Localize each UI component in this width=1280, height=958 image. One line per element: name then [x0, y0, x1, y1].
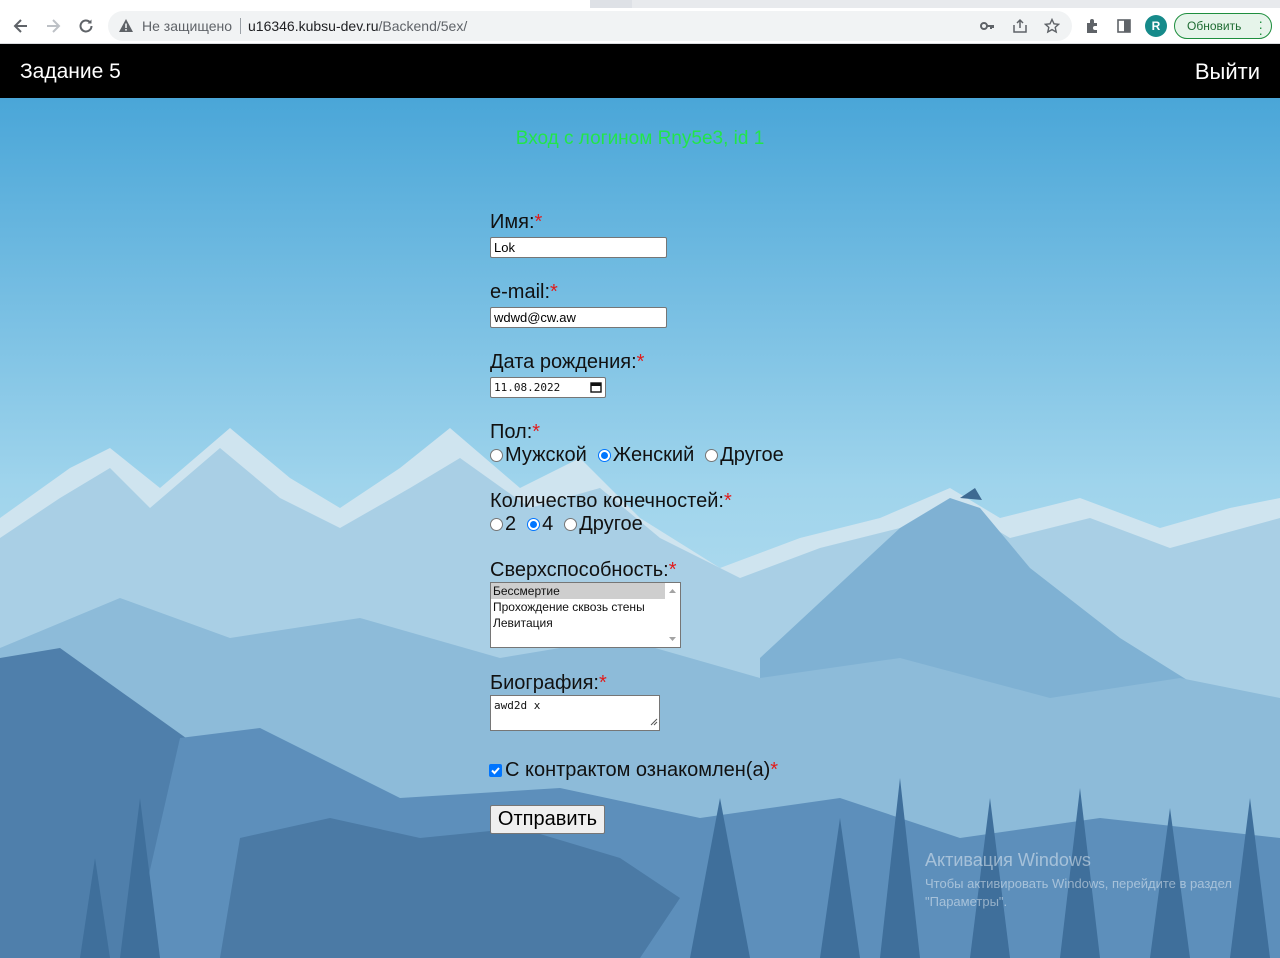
warning-icon[interactable] [118, 18, 134, 39]
abilities-listbox[interactable]: Бессмертие Прохождение сквозь стены Леви… [490, 582, 681, 648]
limbs-radio-4[interactable] [527, 518, 541, 531]
contract-checkbox[interactable] [489, 764, 502, 777]
abilities-option[interactable]: Прохождение сквозь стены [491, 599, 680, 615]
side-panel-icon[interactable] [1112, 14, 1136, 38]
submit-button[interactable]: Отправить [490, 805, 605, 834]
logout-link[interactable]: Выйти [1195, 59, 1260, 85]
extensions-icon[interactable] [1080, 14, 1104, 38]
security-status[interactable]: Не защищено [142, 18, 232, 34]
birthdate-value: 11.08.2022 [494, 381, 561, 394]
forward-icon[interactable] [41, 14, 65, 38]
share-icon[interactable] [1011, 17, 1029, 35]
site-header: Задание 5 Выйти [0, 44, 1280, 98]
browser-toolbar: Не защищено u16346.kubsu-dev.ru/Backend/… [0, 8, 1280, 44]
name-label: Имя:* [490, 211, 542, 234]
limbs-options: 2 4 Другое [485, 513, 643, 536]
abilities-label-text: Сверхспособность: [490, 559, 669, 581]
page-title: Задание 5 [20, 60, 121, 83]
update-button[interactable]: Обновить · · · [1174, 13, 1272, 41]
watermark-text: Чтобы активировать Windows, перейдите в … [925, 876, 1232, 909]
required-mark: * [532, 421, 541, 443]
windows-activation-watermark: Активация Windows Чтобы активировать Win… [925, 850, 1245, 911]
bio-label: Биография:* [490, 672, 607, 695]
limbs-label: Количество конечностей:* [490, 490, 732, 513]
menu-dots-icon: · · · [1258, 13, 1263, 41]
abilities-option[interactable]: Левитация [491, 615, 680, 631]
birthdate-label-text: Дата рождения: [490, 351, 637, 373]
name-label-text: Имя: [490, 211, 535, 233]
limbs-option-label: 4 [542, 513, 554, 535]
url-path: /Backend/5ex/ [378, 18, 468, 34]
reload-icon[interactable] [74, 14, 98, 38]
required-mark: * [550, 281, 558, 303]
required-mark: * [668, 559, 677, 581]
limbs-option-label: 2 [505, 513, 517, 535]
browser-tab[interactable] [0, 0, 590, 8]
email-label: e-mail:* [490, 281, 558, 304]
required-mark: * [598, 672, 607, 694]
calendar-icon[interactable] [590, 381, 602, 396]
gender-label: Пол:* [490, 421, 540, 444]
gender-option-label: Женский [612, 444, 695, 466]
bio-value: awd2d x [494, 699, 541, 712]
url-text[interactable]: u16346.kubsu-dev.ru/Backend/5ex/ [248, 18, 467, 34]
limbs-option-label: Другое [579, 513, 643, 535]
limbs-label-text: Количество конечностей: [490, 490, 724, 512]
abilities-label: Сверхспособность:* [490, 559, 677, 582]
gender-options: Мужской Женский Другое [485, 444, 784, 467]
contract-row: С контрактом ознакомлен(а) * [485, 759, 778, 782]
required-mark: * [534, 211, 543, 233]
address-separator [240, 18, 241, 34]
email-label-text: e-mail: [490, 281, 551, 303]
birthdate-label: Дата рождения:* [490, 351, 644, 374]
limbs-radio-other[interactable] [564, 518, 578, 531]
required-mark: * [770, 759, 779, 781]
required-mark: * [636, 351, 645, 373]
profile-avatar[interactable]: R [1145, 15, 1167, 37]
name-input[interactable] [490, 237, 667, 258]
browser-tab-strip [0, 0, 1280, 8]
watermark-title: Активация Windows [925, 850, 1091, 870]
gender-label-text: Пол: [490, 421, 533, 443]
contract-label: С контрактом ознакомлен(а) [505, 759, 771, 781]
email-input[interactable] [490, 307, 667, 328]
address-bar[interactable]: Не защищено u16346.kubsu-dev.ru/Backend/… [108, 11, 1072, 41]
required-mark: * [723, 490, 732, 512]
abilities-option[interactable]: Бессмертие [491, 583, 680, 599]
birthdate-input[interactable]: 11.08.2022 [490, 377, 606, 398]
url-domain: u16346.kubsu-dev.ru [248, 18, 379, 34]
browser-tab[interactable] [632, 0, 1280, 8]
update-label: Обновить [1187, 19, 1242, 33]
gender-radio-male[interactable] [490, 449, 503, 462]
bio-textarea[interactable]: awd2d x [490, 695, 660, 731]
login-message: Вход с логином Rny5e3, id 1 [515, 128, 765, 149]
gender-radio-female[interactable] [597, 449, 611, 462]
gender-option-label: Другое [720, 444, 784, 466]
limbs-radio-2[interactable] [490, 518, 503, 531]
resize-handle-icon[interactable] [650, 716, 658, 729]
bookmark-star-icon[interactable] [1043, 17, 1061, 35]
key-icon[interactable] [978, 17, 996, 35]
bio-label-text: Биография: [490, 672, 599, 694]
gender-option-label: Мужской [505, 444, 587, 466]
listbox-scrollbar[interactable] [665, 583, 680, 647]
back-icon[interactable] [9, 14, 33, 38]
gender-radio-other[interactable] [705, 449, 719, 462]
